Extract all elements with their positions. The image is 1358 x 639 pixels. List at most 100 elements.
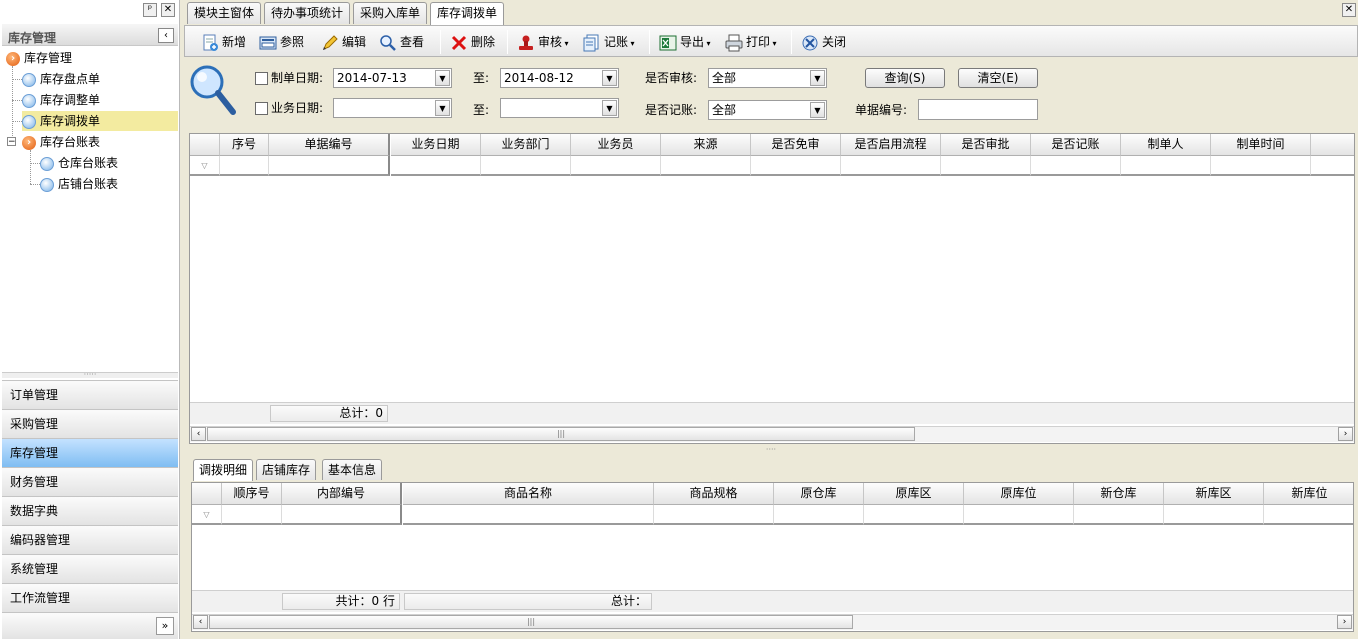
query-button[interactable]: 查询(S) [865,68,945,88]
horizontal-scrollbar[interactable]: ‹ ||| › [192,614,1353,630]
filter-cell[interactable] [1074,505,1164,525]
horizontal-scrollbar[interactable]: ‹ ||| › [190,426,1354,442]
col-header[interactable]: 制单时间 [1211,134,1311,156]
panel-splitter[interactable]: ····· [2,371,178,379]
col-header[interactable]: 是否免审 [751,134,841,156]
col-header[interactable]: 单据编号 [269,134,390,156]
tree-item-shop-ledger[interactable]: 店铺台账表 [40,174,178,194]
audit-button[interactable]: 审核 ▾ [517,30,569,54]
filter-cell[interactable] [282,505,402,525]
chevron-down-icon[interactable]: ▼ [810,70,825,86]
filter-cell[interactable] [964,505,1074,525]
tab-purchase-inbound[interactable]: 采购入库单 [353,2,428,24]
col-header[interactable]: 新仓库 [1074,483,1164,505]
col-header[interactable]: 新库位 [1264,483,1353,505]
scroll-right-icon[interactable]: › [1337,615,1352,629]
make-date-from-picker[interactable]: 2014-07-13 ▼ [333,68,452,88]
tree-item-adjustment[interactable]: 库存调整单 [22,90,178,110]
filter-cell[interactable] [269,156,390,176]
col-header[interactable]: 商品名称 [403,483,654,505]
audited-select[interactable]: 全部 ▼ [708,68,827,88]
nav-purchase[interactable]: 采购管理 [2,409,178,438]
nav-dictionary[interactable]: 数据字典 [2,496,178,525]
nav-encoder[interactable]: 编码器管理 [2,525,178,554]
tab-basic-info[interactable]: 基本信息 [322,459,383,480]
chevron-down-icon[interactable]: » [156,617,174,635]
nav-order[interactable]: 订单管理 [2,380,178,409]
col-header[interactable]: 内部编号 [282,483,402,505]
filter-cell[interactable] [1121,156,1211,176]
col-header[interactable]: 制单人 [1121,134,1211,156]
make-date-checkbox[interactable] [255,72,268,85]
filter-cell[interactable] [941,156,1031,176]
tree-item-warehouse-ledger[interactable]: 仓库台账表 [40,153,178,173]
nav-inventory[interactable]: 库存管理 [2,438,178,467]
tab-todo-stats[interactable]: 待办事项统计 [264,2,351,24]
filter-icon[interactable]: ▽ [190,156,220,176]
filter-cell[interactable] [1264,505,1353,525]
col-header[interactable]: 商品规格 [654,483,774,505]
doc-no-input[interactable] [918,99,1038,120]
filter-cell[interactable] [481,156,571,176]
col-header[interactable]: 是否审批 [941,134,1031,156]
filter-cell[interactable] [1164,505,1264,525]
tree-root-inventory[interactable]: › 库存管理 [6,48,184,68]
new-button[interactable]: 新增 [201,30,246,54]
scroll-right-icon[interactable]: › [1338,427,1353,441]
filter-cell[interactable] [864,505,964,525]
col-header[interactable]: 原库区 [864,483,964,505]
collapse-panel-button[interactable]: ‹ [158,28,174,43]
col-header[interactable]: 是否记账 [1031,134,1121,156]
filter-cell[interactable] [571,156,661,176]
nav-system[interactable]: 系统管理 [2,554,178,583]
filter-cell[interactable] [1211,156,1311,176]
make-date-filter[interactable]: 制单日期: [255,68,323,88]
filter-cell[interactable] [391,156,481,176]
export-button[interactable]: 导出 ▾ [659,30,711,54]
col-header[interactable]: 原库位 [964,483,1074,505]
chevron-down-icon[interactable]: ▼ [435,70,450,86]
col-header[interactable]: 顺序号 [222,483,282,505]
col-header[interactable]: 原仓库 [774,483,864,505]
close-tab-icon[interactable]: ✕ [1342,3,1356,17]
chevron-down-icon[interactable]: ▼ [602,100,617,116]
reference-button[interactable]: 参照 [259,30,304,54]
clear-button[interactable]: 清空(E) [958,68,1038,88]
biz-date-to-picker[interactable]: ▼ [500,98,619,118]
biz-date-filter[interactable]: 业务日期: [255,98,323,118]
filter-cell[interactable] [222,505,282,525]
col-header[interactable]: 业务员 [571,134,661,156]
filter-cell[interactable] [841,156,941,176]
print-button[interactable]: 打印 ▾ [725,30,777,54]
filter-cell[interactable] [654,505,774,525]
filter-cell[interactable] [1031,156,1121,176]
scroll-thumb[interactable]: ||| [209,615,853,629]
tree-item-transfer[interactable]: 库存调拨单 [22,111,178,131]
collapse-node-icon[interactable]: − [7,137,16,147]
chevron-down-icon[interactable]: ▼ [435,100,450,116]
view-button[interactable]: 查看 [379,30,424,54]
scroll-left-icon[interactable]: ‹ [193,615,208,629]
nav-workflow[interactable]: 工作流管理 [2,583,178,612]
tab-shop-stock[interactable]: 店铺库存 [256,459,317,480]
filter-cell[interactable] [751,156,841,176]
edit-button[interactable]: 编辑 [321,30,366,54]
filter-cell[interactable] [403,505,654,525]
nav-finance[interactable]: 财务管理 [2,467,178,496]
filter-cell[interactable] [220,156,269,176]
tree-item-stocktake[interactable]: 库存盘点单 [22,69,178,89]
biz-date-from-picker[interactable]: ▼ [333,98,452,118]
delete-button[interactable]: 删除 [450,30,495,54]
filter-cell[interactable] [774,505,864,525]
tab-transfer-detail[interactable]: 调拨明细 [193,459,254,481]
col-header[interactable]: 来源 [661,134,751,156]
chevron-down-icon[interactable]: ▼ [810,102,825,118]
scroll-left-icon[interactable]: ‹ [191,427,206,441]
scroll-thumb[interactable]: ||| [207,427,915,441]
col-header[interactable]: 是否启用流程 [841,134,941,156]
tree-group-ledger[interactable]: › 库存台账表 [22,132,178,152]
grid-splitter[interactable]: ···· [184,446,1358,454]
make-date-to-picker[interactable]: 2014-08-12 ▼ [500,68,619,88]
tab-transfer[interactable]: 库存调拨单 [430,2,505,25]
col-header[interactable]: 业务部门 [481,134,571,156]
